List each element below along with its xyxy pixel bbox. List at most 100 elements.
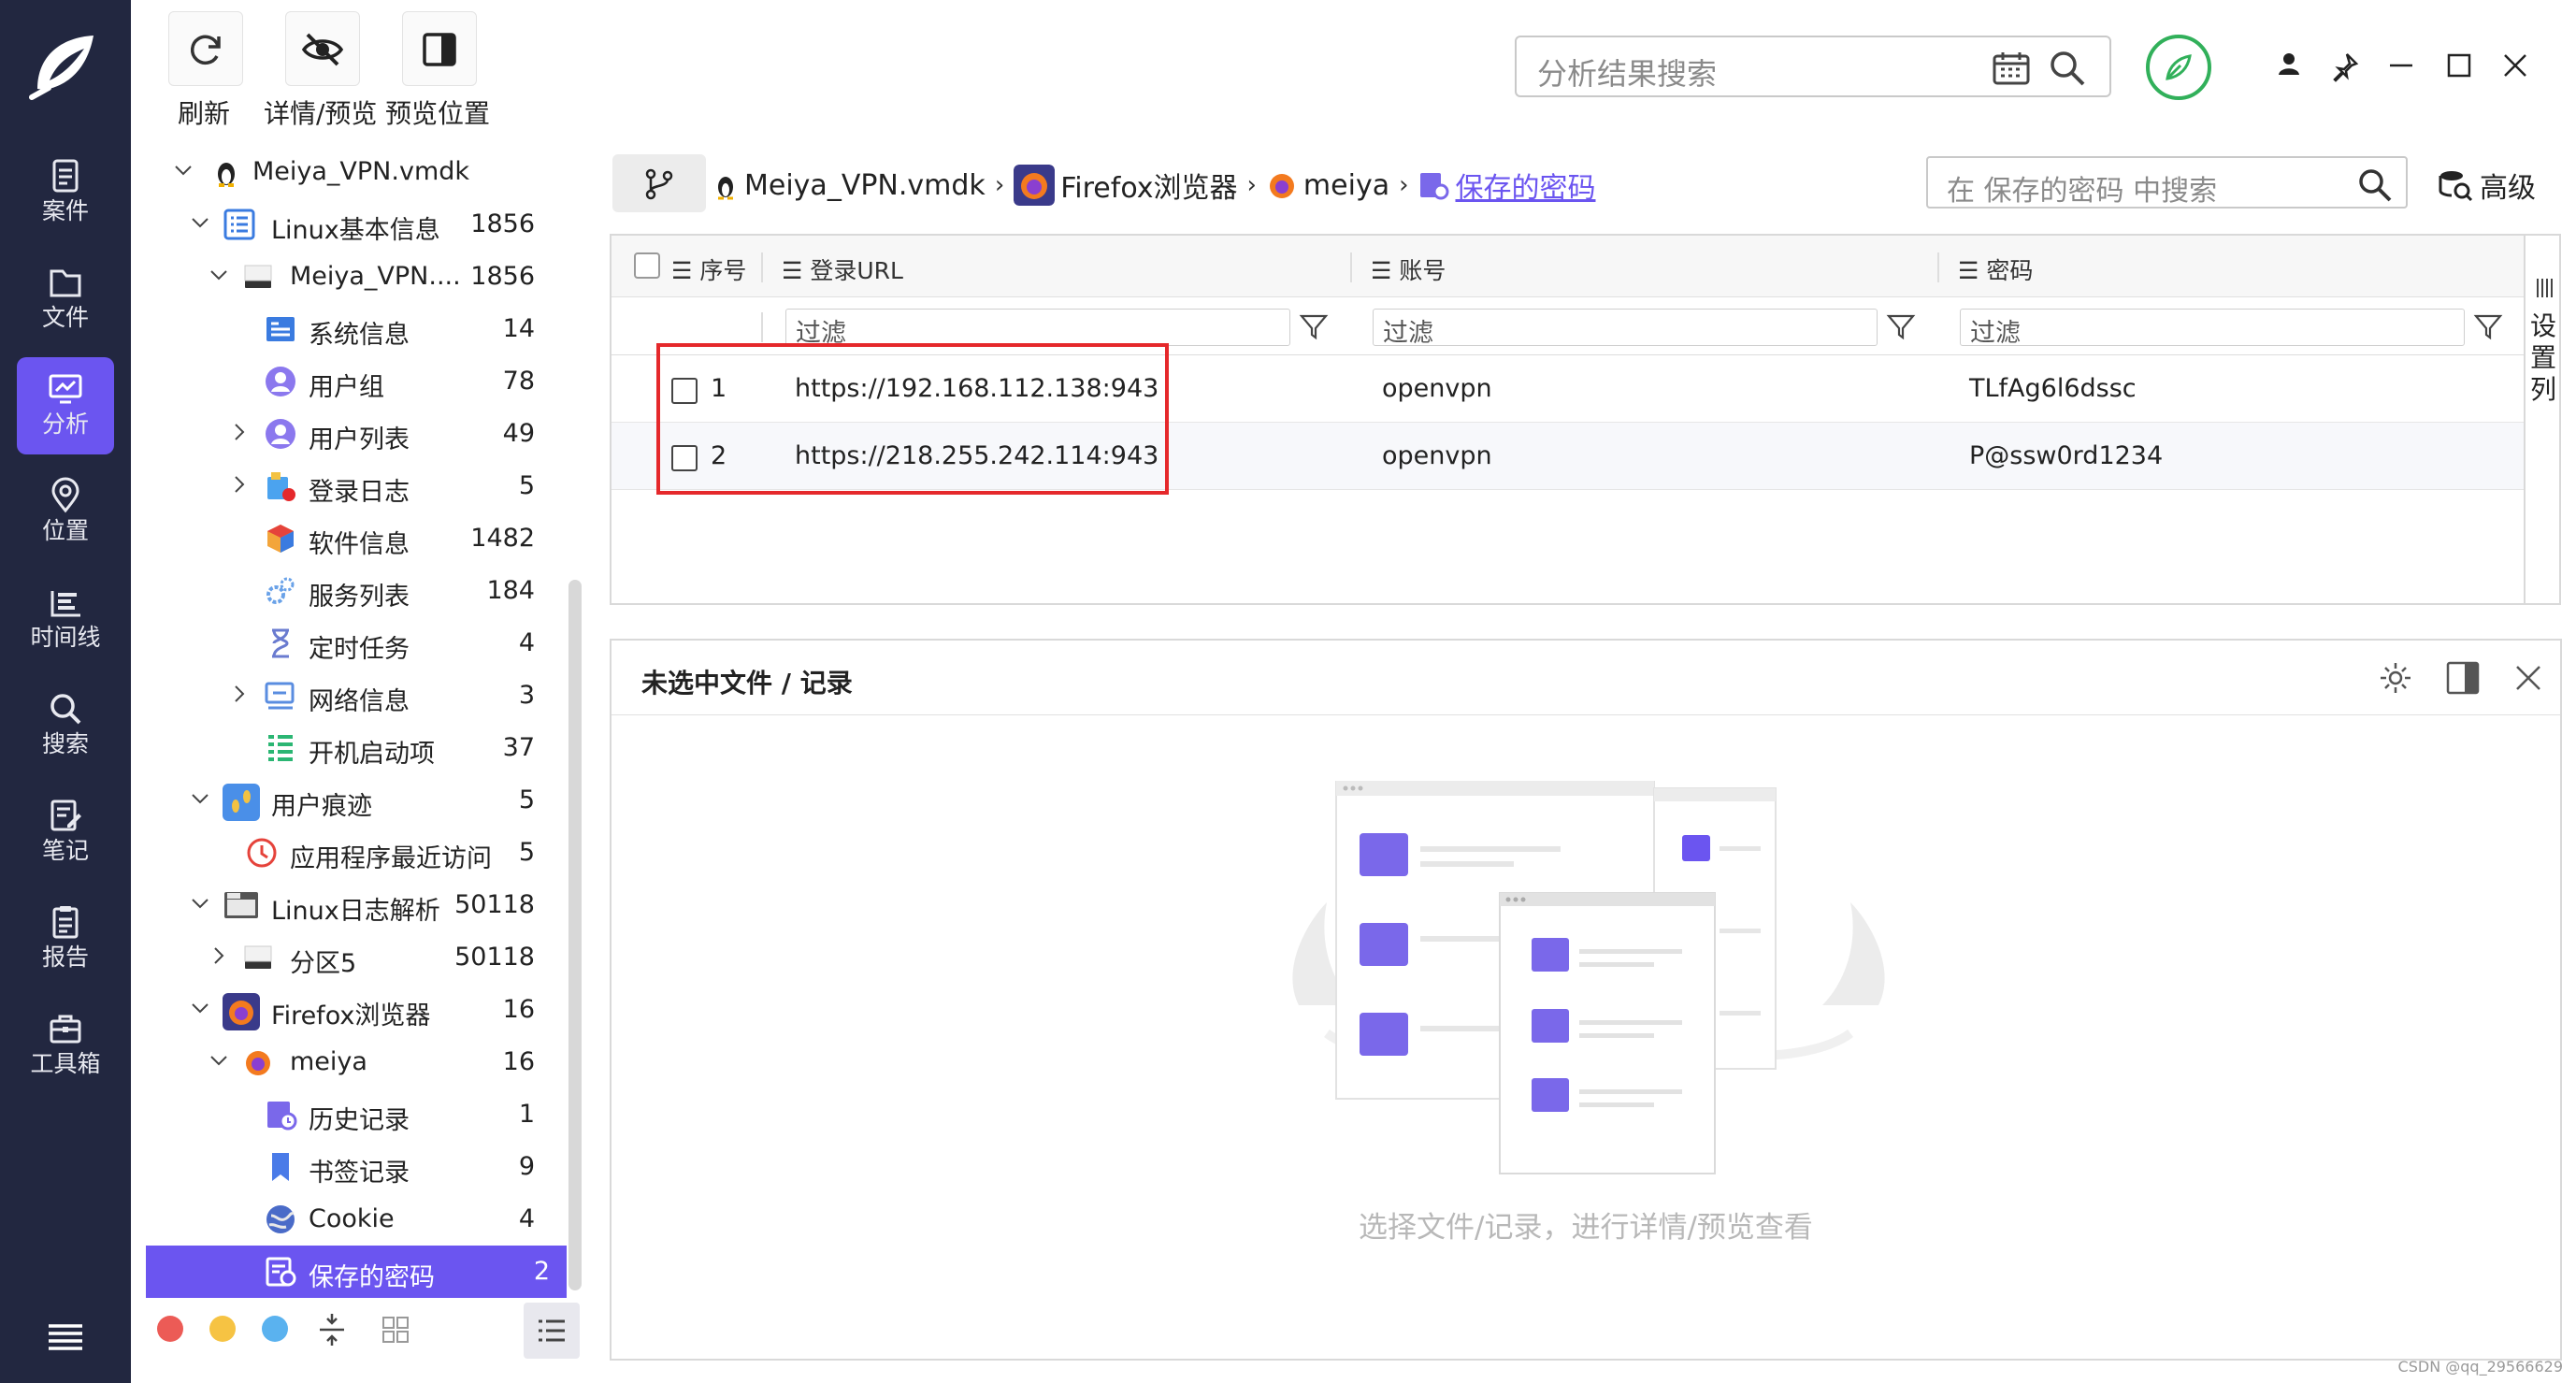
analysis-search-placeholder: 分析结果搜索 (1537, 56, 1718, 92)
column-header-index[interactable]: ☰ 序号 (671, 252, 746, 286)
rail-file[interactable]: 文件 (17, 251, 114, 348)
tree-item-recent-apps[interactable]: 应用程序最近访问 5 (131, 827, 567, 879)
breadcrumb-vmdk[interactable]: Meiya_VPN.vmdk (712, 169, 986, 202)
close-icon[interactable] (2497, 47, 2534, 84)
tree-item-login-log[interactable]: 登录日志 5 (131, 460, 567, 512)
maximize-icon[interactable] (2440, 47, 2478, 84)
tree-item-cron[interactable]: 定时任务 4 (131, 617, 567, 670)
breadcrumb-meiya[interactable]: meiya (1266, 169, 1389, 202)
rail-timeline[interactable]: 时间线 (17, 570, 114, 668)
gear-icon[interactable] (2377, 659, 2414, 697)
chevron-right-icon[interactable] (228, 473, 251, 496)
saved-password-icon (266, 1257, 296, 1287)
nav-rail: 案件 文件 分析 位置 时间线 搜索 笔记 报告 工具箱 (0, 0, 131, 1383)
analysis-search-input[interactable]: 分析结果搜索 (1515, 36, 2111, 97)
rail-analysis[interactable]: 分析 (17, 357, 114, 454)
branch-button[interactable] (612, 154, 706, 212)
tree-item-services[interactable]: 服务列表 184 (131, 565, 567, 617)
breadcrumb-saved-passwords[interactable]: 保存的密码 (1418, 165, 1595, 206)
rail-case[interactable]: 案件 (17, 144, 114, 241)
account-filter-input[interactable]: 过滤 (1373, 309, 1878, 348)
filter-funnel-icon[interactable] (1298, 310, 1330, 342)
column-header-password[interactable]: ☰ 密码 (1958, 252, 2033, 286)
select-all-checkbox[interactable] (634, 252, 660, 279)
column-header-account[interactable]: ☰ 账号 (1371, 252, 1446, 286)
highlight-annotation (656, 343, 1169, 495)
tree-item-user-list[interactable]: 用户列表 49 (131, 408, 567, 460)
preview-position-button[interactable] (402, 11, 477, 86)
filter-funnel-icon[interactable] (2472, 310, 2504, 342)
tree-item-user-traces[interactable]: 用户痕迹 5 (131, 774, 567, 827)
tree-item-count: 50118 (454, 890, 535, 919)
hamburger-menu-icon[interactable] (45, 1320, 86, 1354)
tree-item-label: meiya (290, 1047, 367, 1076)
tree-item-meiya-vpn[interactable]: Meiya_VPN.... 1856 (131, 251, 567, 303)
search-icon[interactable] (2048, 49, 2087, 88)
chevron-right-icon[interactable] (228, 421, 251, 443)
tree-scrollbar[interactable] (568, 580, 582, 1290)
chevron-down-icon[interactable] (189, 997, 211, 1019)
tree-item-bookmarks[interactable]: 书签记录 9 (131, 1141, 567, 1193)
yellow-tag-dot[interactable] (209, 1316, 236, 1342)
network-icon (265, 682, 295, 710)
breadcrumb-firefox[interactable]: Firefox浏览器 (1014, 165, 1238, 206)
rail-location[interactable]: 位置 (17, 464, 114, 561)
rail-toolbox[interactable]: 工具箱 (17, 997, 114, 1094)
tree-item-system-info[interactable]: 系统信息 14 (131, 303, 567, 355)
blue-tag-dot[interactable] (262, 1316, 288, 1342)
split-panel-icon[interactable] (2444, 659, 2482, 697)
chevron-down-icon[interactable] (189, 211, 211, 234)
pin-icon[interactable] (2326, 47, 2364, 84)
chevron-down-icon[interactable] (208, 1049, 230, 1072)
close-icon[interactable] (2510, 659, 2547, 697)
refresh-button[interactable] (168, 11, 243, 86)
tree-item-saved-passwords[interactable]: 保存的密码 2 (146, 1246, 567, 1298)
grid-view-icon[interactable] (372, 1306, 419, 1353)
advanced-search-button[interactable]: 高级 (2437, 164, 2536, 207)
tree-item-partition5[interactable]: 分区5 50118 (131, 931, 567, 984)
system-info-icon (266, 317, 295, 341)
rail-report[interactable]: 报告 (17, 890, 114, 987)
search-icon[interactable] (2357, 167, 2393, 203)
tree-item-cookie[interactable]: Cookie 4 (131, 1193, 567, 1246)
column-header-url[interactable]: ☰ 登录URL (782, 252, 903, 286)
set-columns-button[interactable]: 设置列 (2524, 234, 2561, 605)
tree-item-meiya-profile[interactable]: meiya 16 (131, 1036, 567, 1088)
tree-item-network[interactable]: 网络信息 3 (131, 670, 567, 722)
tree-item-user-group[interactable]: 用户组 78 (131, 355, 567, 408)
url-filter-input[interactable]: 过滤 (785, 309, 1290, 348)
tree-item-count: 16 (502, 1047, 535, 1076)
list-view-icon[interactable] (524, 1303, 580, 1359)
rail-search[interactable]: 搜索 (17, 677, 114, 774)
tree-item-firefox[interactable]: Firefox浏览器 16 (131, 984, 567, 1036)
chevron-right-icon[interactable] (208, 944, 230, 967)
column-divider[interactable] (1937, 252, 1939, 282)
calendar-icon[interactable] (1992, 50, 2031, 86)
rail-notes[interactable]: 笔记 (17, 784, 114, 881)
chevron-right-icon[interactable] (228, 683, 251, 705)
filter-funnel-icon[interactable] (1885, 310, 1917, 342)
chevron-down-icon[interactable] (208, 264, 230, 286)
detail-preview-button[interactable] (285, 11, 360, 86)
tree-item-vmdk[interactable]: Meiya_VPN.vmdk (131, 151, 567, 198)
advanced-search-label: 高级 (2480, 172, 2536, 205)
tree-item-linux-logs[interactable]: Linux日志解析 50118 (131, 879, 567, 931)
security-status-button[interactable] (2146, 35, 2211, 100)
chevron-down-icon[interactable] (189, 787, 211, 810)
user-icon[interactable] (2270, 47, 2308, 84)
red-tag-dot[interactable] (157, 1316, 183, 1342)
tree-item-startup[interactable]: 开机启动项 37 (131, 722, 567, 774)
tree-item-software[interactable]: 软件信息 1482 (131, 512, 567, 565)
password-filter-input[interactable]: 过滤 (1960, 309, 2465, 348)
collapse-all-icon[interactable] (309, 1306, 355, 1353)
chevron-down-icon[interactable] (172, 159, 194, 181)
column-divider[interactable] (1350, 252, 1352, 282)
column-divider[interactable] (761, 252, 763, 282)
row-account: openvpn (1382, 374, 1492, 403)
rail-timeline-label: 时间线 (30, 624, 101, 651)
passwords-search-input[interactable]: 在 保存的密码 中搜索 (1926, 156, 2408, 209)
tree-item-history[interactable]: 历史记录 1 (131, 1088, 567, 1141)
chevron-down-icon[interactable] (189, 892, 211, 915)
tree-item-linux-basic[interactable]: Linux基本信息 1856 (131, 198, 567, 251)
minimize-icon[interactable] (2382, 47, 2420, 84)
